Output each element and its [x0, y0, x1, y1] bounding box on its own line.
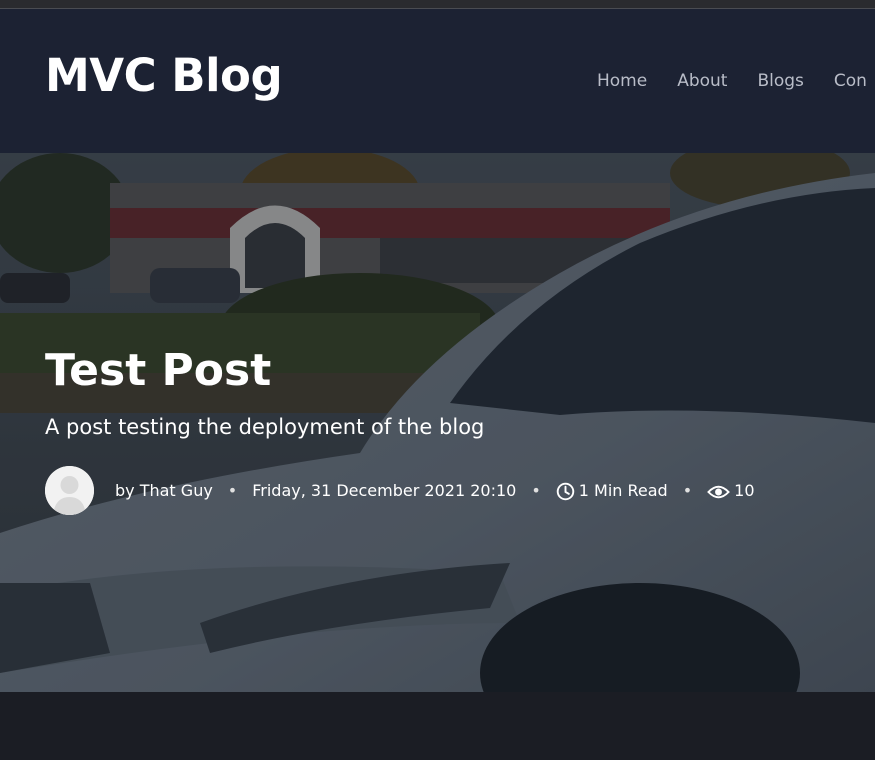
view-count-text: 10 [734, 481, 755, 500]
post-title: Test Post [45, 345, 272, 396]
nav-link-about[interactable]: About [677, 71, 727, 91]
meta-separator: • [682, 481, 693, 500]
page-content-area [0, 692, 875, 760]
post-hero: Test Post A post testing the deployment … [0, 153, 875, 692]
navbar: MVC Blog Home About Blogs Con [0, 9, 875, 153]
post-author[interactable]: by That Guy [115, 481, 213, 500]
nav-link-contact[interactable]: Con [834, 71, 867, 91]
brand-logo-link[interactable]: MVC Blog [45, 49, 283, 102]
browser-top-strip [0, 0, 875, 9]
post-meta: by That Guy • Friday, 31 December 2021 2… [45, 466, 755, 515]
meta-separator: • [531, 481, 541, 500]
eye-icon [707, 485, 731, 498]
nav-links: Home About Blogs Con [597, 71, 867, 91]
author-avatar [45, 466, 94, 515]
user-avatar-icon [45, 466, 94, 515]
read-time-text: 1 Min Read [578, 480, 668, 500]
read-time: 1 Min Read [556, 481, 668, 501]
view-count: 10 [707, 481, 755, 500]
clock-icon [556, 482, 574, 500]
post-subtitle: A post testing the deployment of the blo… [45, 415, 485, 439]
nav-link-home[interactable]: Home [597, 71, 647, 91]
meta-separator: • [227, 481, 238, 500]
post-date: Friday, 31 December 2021 20:10 [252, 481, 517, 500]
nav-link-blogs[interactable]: Blogs [757, 71, 803, 91]
